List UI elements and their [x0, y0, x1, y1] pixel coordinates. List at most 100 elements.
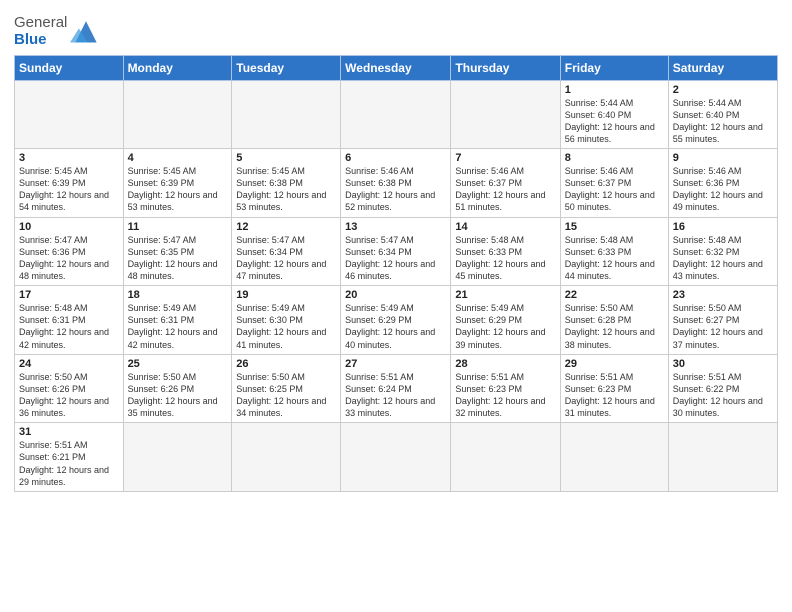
- calendar-cell: 8Sunrise: 5:46 AM Sunset: 6:37 PM Daylig…: [560, 149, 668, 218]
- weekday-header-saturday: Saturday: [668, 55, 777, 80]
- day-number: 19: [236, 289, 336, 301]
- day-number: 9: [673, 152, 773, 164]
- calendar-cell: [341, 423, 451, 492]
- day-number: 18: [128, 289, 228, 301]
- calendar-cell: 15Sunrise: 5:48 AM Sunset: 6:33 PM Dayli…: [560, 217, 668, 286]
- calendar-cell: 30Sunrise: 5:51 AM Sunset: 6:22 PM Dayli…: [668, 354, 777, 423]
- day-number: 5: [236, 152, 336, 164]
- day-number: 27: [345, 358, 446, 370]
- calendar-cell: 11Sunrise: 5:47 AM Sunset: 6:35 PM Dayli…: [123, 217, 232, 286]
- weekday-header-monday: Monday: [123, 55, 232, 80]
- day-number: 3: [19, 152, 119, 164]
- calendar-cell: 3Sunrise: 5:45 AM Sunset: 6:39 PM Daylig…: [15, 149, 124, 218]
- day-info: Sunrise: 5:47 AM Sunset: 6:34 PM Dayligh…: [345, 234, 446, 283]
- day-info: Sunrise: 5:48 AM Sunset: 6:31 PM Dayligh…: [19, 302, 119, 351]
- day-info: Sunrise: 5:44 AM Sunset: 6:40 PM Dayligh…: [565, 97, 664, 146]
- day-number: 4: [128, 152, 228, 164]
- day-info: Sunrise: 5:49 AM Sunset: 6:30 PM Dayligh…: [236, 302, 336, 351]
- calendar-cell: 26Sunrise: 5:50 AM Sunset: 6:25 PM Dayli…: [232, 354, 341, 423]
- day-number: 31: [19, 426, 119, 438]
- day-info: Sunrise: 5:51 AM Sunset: 6:23 PM Dayligh…: [565, 371, 664, 420]
- day-info: Sunrise: 5:45 AM Sunset: 6:38 PM Dayligh…: [236, 165, 336, 214]
- calendar-cell: 28Sunrise: 5:51 AM Sunset: 6:23 PM Dayli…: [451, 354, 560, 423]
- day-info: Sunrise: 5:45 AM Sunset: 6:39 PM Dayligh…: [19, 165, 119, 214]
- day-info: Sunrise: 5:46 AM Sunset: 6:38 PM Dayligh…: [345, 165, 446, 214]
- calendar-cell: 13Sunrise: 5:47 AM Sunset: 6:34 PM Dayli…: [341, 217, 451, 286]
- logo: General Blue: [14, 14, 102, 49]
- day-info: Sunrise: 5:50 AM Sunset: 6:26 PM Dayligh…: [19, 371, 119, 420]
- calendar-cell: 2Sunrise: 5:44 AM Sunset: 6:40 PM Daylig…: [668, 80, 777, 149]
- weekday-header-tuesday: Tuesday: [232, 55, 341, 80]
- day-number: 30: [673, 358, 773, 370]
- calendar-cell: [232, 423, 341, 492]
- calendar-cell: 29Sunrise: 5:51 AM Sunset: 6:23 PM Dayli…: [560, 354, 668, 423]
- day-info: Sunrise: 5:46 AM Sunset: 6:37 PM Dayligh…: [455, 165, 555, 214]
- day-number: 8: [565, 152, 664, 164]
- calendar-cell: 23Sunrise: 5:50 AM Sunset: 6:27 PM Dayli…: [668, 286, 777, 355]
- day-number: 6: [345, 152, 446, 164]
- calendar-cell: 27Sunrise: 5:51 AM Sunset: 6:24 PM Dayli…: [341, 354, 451, 423]
- weekday-header-thursday: Thursday: [451, 55, 560, 80]
- day-info: Sunrise: 5:51 AM Sunset: 6:24 PM Dayligh…: [345, 371, 446, 420]
- calendar-cell: 10Sunrise: 5:47 AM Sunset: 6:36 PM Dayli…: [15, 217, 124, 286]
- calendar-cell: 14Sunrise: 5:48 AM Sunset: 6:33 PM Dayli…: [451, 217, 560, 286]
- calendar-cell: 25Sunrise: 5:50 AM Sunset: 6:26 PM Dayli…: [123, 354, 232, 423]
- day-info: Sunrise: 5:48 AM Sunset: 6:32 PM Dayligh…: [673, 234, 773, 283]
- day-info: Sunrise: 5:47 AM Sunset: 6:34 PM Dayligh…: [236, 234, 336, 283]
- day-number: 28: [455, 358, 555, 370]
- calendar-cell: 20Sunrise: 5:49 AM Sunset: 6:29 PM Dayli…: [341, 286, 451, 355]
- day-info: Sunrise: 5:51 AM Sunset: 6:22 PM Dayligh…: [673, 371, 773, 420]
- calendar-cell: [15, 80, 124, 149]
- calendar-cell: [123, 80, 232, 149]
- weekday-header-friday: Friday: [560, 55, 668, 80]
- logo-icon: [70, 17, 102, 45]
- weekday-header-sunday: Sunday: [15, 55, 124, 80]
- day-info: Sunrise: 5:50 AM Sunset: 6:28 PM Dayligh…: [565, 302, 664, 351]
- logo-blue: Blue: [14, 31, 67, 48]
- day-number: 15: [565, 221, 664, 233]
- calendar-cell: [341, 80, 451, 149]
- day-info: Sunrise: 5:50 AM Sunset: 6:27 PM Dayligh…: [673, 302, 773, 351]
- calendar-cell: 24Sunrise: 5:50 AM Sunset: 6:26 PM Dayli…: [15, 354, 124, 423]
- day-number: 26: [236, 358, 336, 370]
- calendar-cell: 18Sunrise: 5:49 AM Sunset: 6:31 PM Dayli…: [123, 286, 232, 355]
- calendar-cell: 7Sunrise: 5:46 AM Sunset: 6:37 PM Daylig…: [451, 149, 560, 218]
- day-number: 20: [345, 289, 446, 301]
- calendar-cell: [123, 423, 232, 492]
- calendar-cell: 9Sunrise: 5:46 AM Sunset: 6:36 PM Daylig…: [668, 149, 777, 218]
- day-number: 24: [19, 358, 119, 370]
- day-info: Sunrise: 5:51 AM Sunset: 6:23 PM Dayligh…: [455, 371, 555, 420]
- page-header: General Blue: [14, 10, 778, 49]
- calendar-cell: [668, 423, 777, 492]
- day-info: Sunrise: 5:51 AM Sunset: 6:21 PM Dayligh…: [19, 439, 119, 488]
- calendar-cell: [451, 80, 560, 149]
- day-number: 14: [455, 221, 555, 233]
- calendar-cell: 5Sunrise: 5:45 AM Sunset: 6:38 PM Daylig…: [232, 149, 341, 218]
- day-info: Sunrise: 5:49 AM Sunset: 6:31 PM Dayligh…: [128, 302, 228, 351]
- day-info: Sunrise: 5:47 AM Sunset: 6:35 PM Dayligh…: [128, 234, 228, 283]
- calendar-cell: 4Sunrise: 5:45 AM Sunset: 6:39 PM Daylig…: [123, 149, 232, 218]
- calendar-cell: 12Sunrise: 5:47 AM Sunset: 6:34 PM Dayli…: [232, 217, 341, 286]
- day-info: Sunrise: 5:47 AM Sunset: 6:36 PM Dayligh…: [19, 234, 119, 283]
- day-number: 29: [565, 358, 664, 370]
- calendar-cell: [232, 80, 341, 149]
- day-number: 13: [345, 221, 446, 233]
- logo-text: General: [14, 14, 67, 31]
- day-info: Sunrise: 5:49 AM Sunset: 6:29 PM Dayligh…: [455, 302, 555, 351]
- weekday-header-wednesday: Wednesday: [341, 55, 451, 80]
- day-info: Sunrise: 5:50 AM Sunset: 6:26 PM Dayligh…: [128, 371, 228, 420]
- calendar-cell: [560, 423, 668, 492]
- day-number: 11: [128, 221, 228, 233]
- day-number: 1: [565, 84, 664, 96]
- day-number: 2: [673, 84, 773, 96]
- calendar-cell: 22Sunrise: 5:50 AM Sunset: 6:28 PM Dayli…: [560, 286, 668, 355]
- calendar-header: SundayMondayTuesdayWednesdayThursdayFrid…: [15, 55, 778, 80]
- day-number: 25: [128, 358, 228, 370]
- day-info: Sunrise: 5:46 AM Sunset: 6:37 PM Dayligh…: [565, 165, 664, 214]
- calendar-cell: 1Sunrise: 5:44 AM Sunset: 6:40 PM Daylig…: [560, 80, 668, 149]
- day-number: 22: [565, 289, 664, 301]
- day-info: Sunrise: 5:50 AM Sunset: 6:25 PM Dayligh…: [236, 371, 336, 420]
- day-info: Sunrise: 5:45 AM Sunset: 6:39 PM Dayligh…: [128, 165, 228, 214]
- calendar-cell: 19Sunrise: 5:49 AM Sunset: 6:30 PM Dayli…: [232, 286, 341, 355]
- day-info: Sunrise: 5:49 AM Sunset: 6:29 PM Dayligh…: [345, 302, 446, 351]
